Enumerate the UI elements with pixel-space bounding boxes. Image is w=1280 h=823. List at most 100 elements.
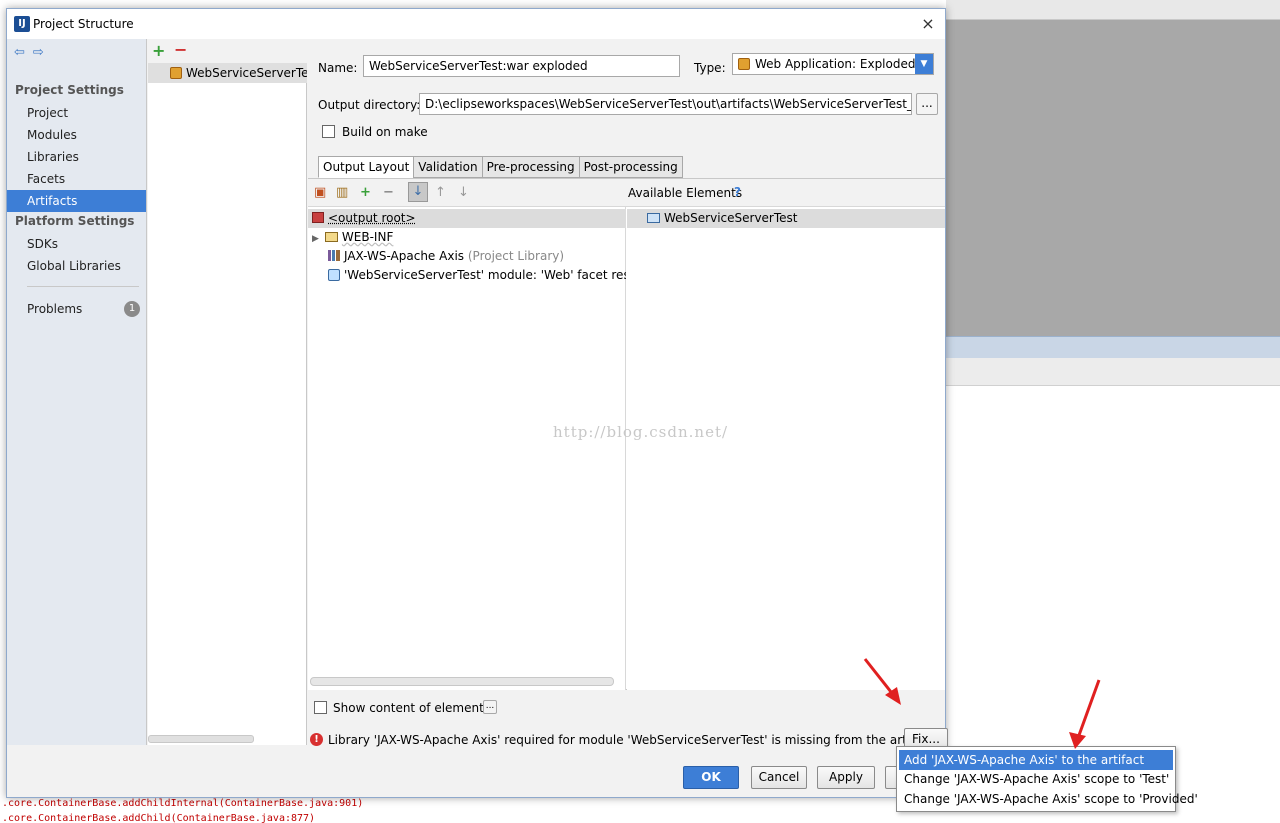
browse-directory-button[interactable]: ... [916, 93, 938, 115]
show-content-options-button[interactable]: ... [483, 700, 497, 714]
problems-label: Problems [27, 302, 83, 316]
artifact-tabs: Output Layout Validation Pre-processing … [318, 156, 683, 178]
cancel-button[interactable]: Cancel [751, 766, 807, 789]
expand-arrow-icon[interactable]: ▶ [312, 234, 319, 244]
console-line: .core.ContainerBase.addChild(ContainerBa… [2, 813, 316, 823]
remove-artifact-icon[interactable]: − [174, 40, 187, 59]
sidebar-item-modules[interactable]: Modules [7, 124, 146, 146]
popup-item-add-to-artifact[interactable]: Add 'JAX-WS-Apache Axis' to the artifact [899, 750, 1173, 770]
war-type-icon [738, 58, 750, 70]
popup-item-scope-provided[interactable]: Change 'JAX-WS-Apache Axis' scope to 'Pr… [899, 789, 1198, 809]
watermark-text: http://blog.csdn.net/ [553, 423, 729, 441]
available-elements-label: Available Elements [628, 186, 743, 200]
sort-icon[interactable]: ↓ [408, 182, 428, 202]
new-directory-icon[interactable]: ▣ [314, 185, 326, 200]
output-layout-tree: <output root> ▶ WEB-INF JAX-WS-Apache Axi… [308, 207, 626, 690]
error-message: Library 'JAX-WS-Apache Axis' required fo… [328, 733, 934, 747]
output-root-label: <output root> [328, 211, 416, 225]
remove-element-icon[interactable]: − [383, 185, 394, 200]
platform-settings-header: Platform Settings [15, 214, 135, 228]
back-arrow-icon[interactable]: ⇦ [14, 45, 25, 60]
problems-count-badge: 1 [124, 301, 140, 317]
annotation-arrow-icon [1069, 679, 1101, 749]
build-on-make-label: Build on make [342, 125, 428, 139]
sidebar-item-project[interactable]: Project [7, 102, 146, 124]
library-name: JAX-WS-Apache Axis [344, 249, 465, 263]
sidebar-item-artifacts[interactable]: Artifacts [7, 190, 146, 212]
horizontal-scrollbar[interactable] [148, 735, 254, 743]
ok-button[interactable]: OK [683, 766, 739, 789]
tree-row-output-root[interactable]: <output root> [308, 209, 626, 228]
layout-toolbar: ▣ ▥ + − ↓ ↑ ↓ Available Elements ? [308, 179, 945, 207]
close-icon[interactable]: × [917, 13, 939, 35]
error-icon: ! [310, 733, 323, 746]
add-artifact-icon[interactable]: + [152, 41, 165, 60]
show-content-checkbox[interactable] [314, 701, 327, 714]
tab-pre-processing[interactable]: Pre-processing [481, 156, 580, 178]
artifact-name-input[interactable]: WebServiceServerTest:war exploded [363, 55, 680, 77]
sidebar-item-sdks[interactable]: SDKs [7, 233, 146, 255]
horizontal-scrollbar[interactable] [310, 677, 614, 686]
type-label: Type: [694, 61, 726, 75]
background-toolbar [946, 358, 1280, 386]
project-settings-header: Project Settings [15, 83, 124, 97]
background-tab-bar [946, 0, 1280, 20]
library-icon [328, 250, 340, 261]
move-down-icon[interactable]: ↓ [458, 185, 469, 200]
output-directory-input[interactable]: D:\eclipseworkspaces\WebServiceServerTes… [419, 93, 912, 115]
web-facet-icon [328, 269, 340, 281]
sidebar-item-facets[interactable]: Facets [7, 168, 146, 190]
settings-sidebar: ⇦ ⇨ Project Settings Project Modules Libr… [7, 39, 147, 745]
background-tool-strip [946, 336, 1280, 358]
artifact-list-panel: + − WebServiceServerTest: [148, 39, 307, 745]
tab-validation[interactable]: Validation [413, 156, 483, 178]
artifact-type-value: Web Application: Exploded [755, 57, 916, 71]
sidebar-divider [27, 286, 139, 287]
intellij-logo-icon: IJ [14, 16, 30, 32]
add-element-icon[interactable]: + [360, 185, 371, 200]
chevron-down-icon: ▼ [915, 54, 933, 74]
background-editor [946, 0, 1280, 336]
war-artifact-icon [170, 67, 182, 79]
sidebar-item-global-libraries[interactable]: Global Libraries [7, 255, 146, 277]
facet-resources-label: 'WebServiceServerTest' module: 'Web' fac… [344, 268, 626, 282]
tree-row-available-module[interactable]: WebServiceServerTest [627, 209, 945, 228]
forward-arrow-icon[interactable]: ⇨ [33, 45, 44, 60]
nav-arrows: ⇦ ⇨ [14, 45, 52, 60]
apply-button[interactable]: Apply [817, 766, 875, 789]
name-label: Name: [318, 61, 358, 75]
build-on-make-checkbox[interactable] [322, 125, 335, 138]
console-line: .core.ContainerBase.addChildInternal(Con… [2, 798, 364, 809]
artifact-type-select[interactable]: Web Application: Exploded ▼ [732, 53, 934, 75]
tree-row-library[interactable]: JAX-WS-Apache Axis (Project Library) [308, 247, 626, 266]
dialog-titlebar: IJ Project Structure × [7, 9, 945, 39]
tree-row-facet-resources[interactable]: 'WebServiceServerTest' module: 'Web' fac… [308, 266, 626, 285]
popup-item-scope-test[interactable]: Change 'JAX-WS-Apache Axis' scope to 'Te… [899, 769, 1173, 789]
show-content-label: Show content of elements [333, 701, 491, 715]
output-layout-area: ▣ ▥ + − ↓ ↑ ↓ Available Elements ? <outp… [308, 178, 945, 690]
output-root-icon [312, 212, 324, 223]
artifact-list-toolbar: + − [148, 39, 307, 63]
error-message-row: ! Library 'JAX-WS-Apache Axis' required … [310, 729, 944, 751]
archive-icon[interactable]: ▥ [336, 185, 348, 200]
move-up-icon[interactable]: ↑ [435, 185, 446, 200]
tab-output-layout[interactable]: Output Layout [318, 156, 415, 178]
tab-post-processing[interactable]: Post-processing [578, 156, 683, 178]
artifact-settings-panel: Name: WebServiceServerTest:war exploded … [308, 39, 948, 751]
fix-options-popup: Add 'JAX-WS-Apache Axis' to the artifact… [896, 746, 1198, 812]
sidebar-item-problems[interactable]: Problems 1 [7, 298, 146, 320]
project-structure-dialog: IJ Project Structure × ⇦ ⇨ Project Settin… [6, 8, 948, 798]
available-module-label: WebServiceServerTest [664, 211, 798, 225]
folder-icon [324, 232, 338, 242]
available-elements-tree: WebServiceServerTest [627, 207, 945, 690]
tree-row-web-inf[interactable]: ▶ WEB-INF [308, 228, 626, 247]
output-directory-label: Output directory: [318, 98, 421, 112]
list-item[interactable]: WebServiceServerTest: [148, 63, 307, 83]
web-inf-label: WEB-INF [341, 230, 394, 244]
dialog-title: Project Structure [33, 17, 134, 31]
sidebar-item-libraries[interactable]: Libraries [7, 146, 146, 168]
console-output: .core.ContainerBase.addChildInternal(Con… [0, 796, 946, 823]
artifact-name: WebServiceServerTest: [186, 66, 307, 80]
module-folder-icon [647, 213, 660, 223]
help-icon[interactable]: ? [734, 185, 741, 199]
